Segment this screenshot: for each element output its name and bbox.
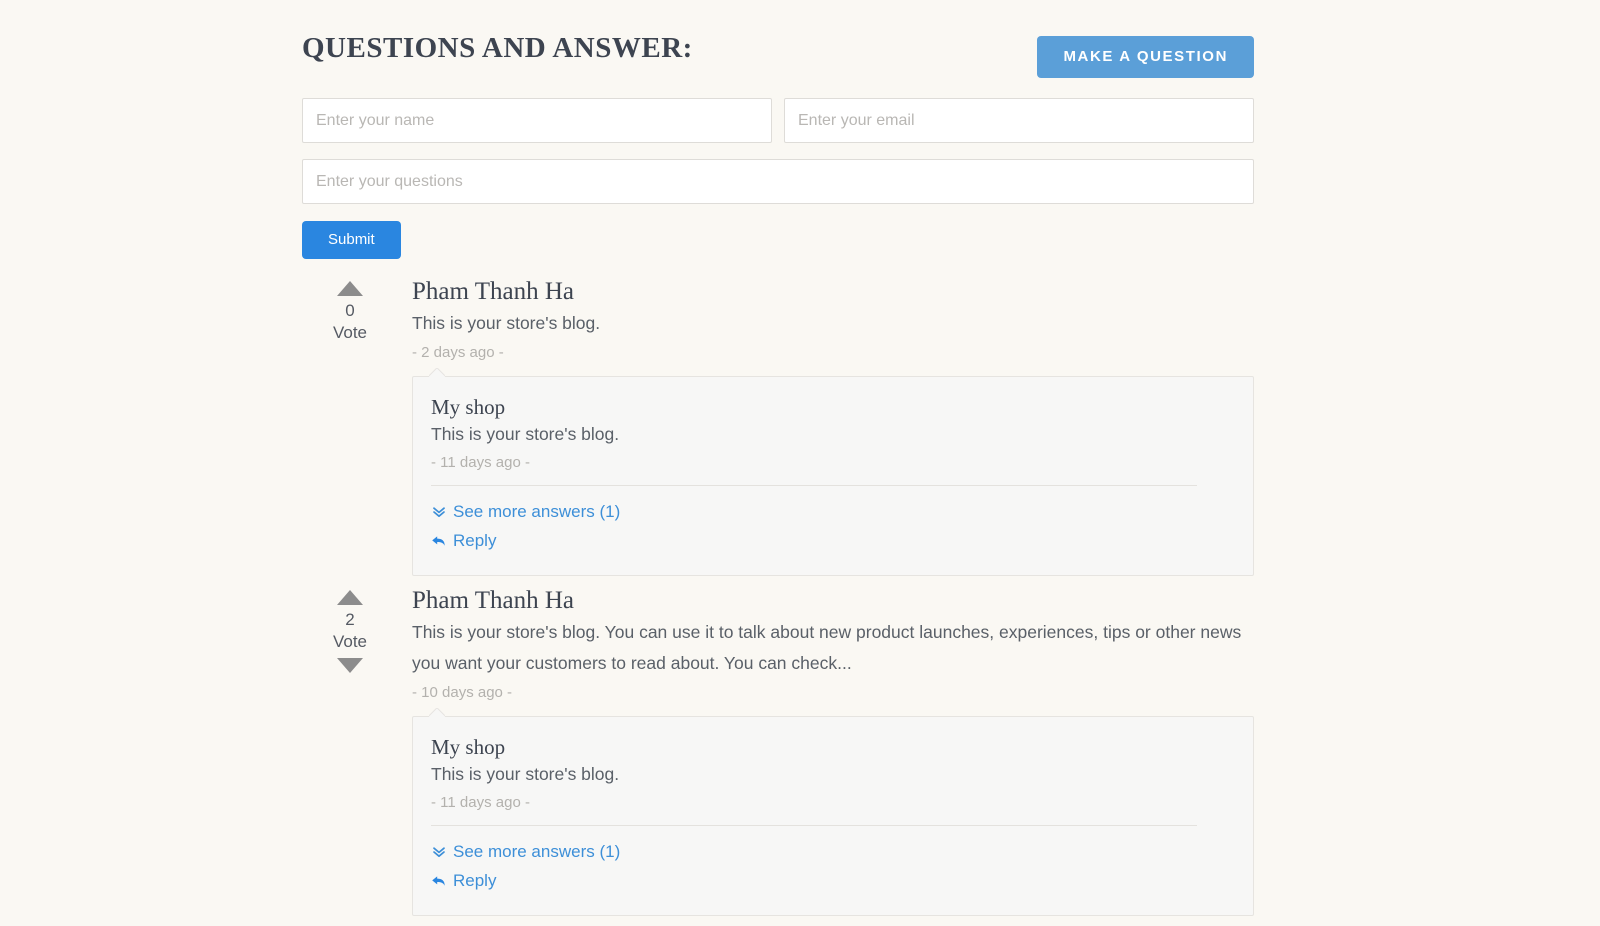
see-more-answers-link[interactable]: See more answers (1) [431, 837, 620, 866]
submit-button[interactable]: Submit [302, 221, 401, 259]
page-title: QUESTIONS AND ANSWER: [302, 32, 693, 65]
form-row-question [302, 159, 1254, 204]
question-item: 0 Vote Pham Thanh Ha This is your store'… [302, 277, 1254, 576]
answer-actions: See more answers (1) Reply [431, 497, 1233, 555]
answer-timestamp: - 11 days ago - [431, 452, 1233, 474]
answer-text: This is your store's blog. [431, 761, 1233, 788]
downvote-arrow-icon[interactable] [337, 658, 363, 673]
reply-label: Reply [453, 526, 496, 555]
question-timestamp: - 2 days ago - [412, 342, 1254, 364]
double-chevron-down-icon [431, 504, 446, 519]
see-more-answers-label: See more answers (1) [453, 837, 620, 866]
answer-notch-icon [429, 708, 445, 717]
double-chevron-down-icon [431, 844, 446, 859]
see-more-answers-link[interactable]: See more answers (1) [431, 497, 620, 526]
reply-link[interactable]: Reply [431, 866, 496, 895]
answer-divider [431, 485, 1197, 486]
name-input[interactable] [302, 98, 772, 143]
make-a-question-button[interactable]: MAKE A QUESTION [1037, 36, 1254, 78]
answer-author: My shop [431, 734, 1233, 760]
question-timestamp: - 10 days ago - [412, 682, 1254, 704]
reply-link[interactable]: Reply [431, 526, 496, 555]
qa-section: QUESTIONS AND ANSWER: MAKE A QUESTION Su… [302, 26, 1254, 926]
reply-label: Reply [453, 866, 496, 895]
reply-arrow-icon [431, 533, 446, 548]
page-root: QUESTIONS AND ANSWER: MAKE A QUESTION Su… [0, 0, 1600, 900]
answer-notch-icon [429, 368, 445, 377]
questions-list: 0 Vote Pham Thanh Ha This is your store'… [302, 277, 1254, 916]
answer-divider [431, 825, 1197, 826]
vote-control: 2 Vote [302, 586, 398, 673]
vote-count: 2 [302, 609, 398, 631]
vote-control: 0 Vote [302, 277, 398, 344]
answer-timestamp: - 11 days ago - [431, 792, 1233, 814]
question-body: Pham Thanh Ha This is your store's blog.… [398, 586, 1254, 916]
question-input[interactable] [302, 159, 1254, 204]
answer-box: My shop This is your store's blog. - 11 … [412, 716, 1254, 916]
vote-label: Vote [302, 631, 398, 653]
see-more-answers-label: See more answers (1) [453, 497, 620, 526]
answer-text: This is your store's blog. [431, 421, 1233, 448]
answer-box: My shop This is your store's blog. - 11 … [412, 376, 1254, 576]
question-text: This is your store's blog. [412, 308, 1254, 339]
vote-label: Vote [302, 322, 398, 344]
upvote-arrow-icon[interactable] [337, 590, 363, 605]
question-text: This is your store's blog. You can use i… [412, 617, 1254, 679]
submit-row: Submit [302, 221, 1254, 259]
question-author: Pham Thanh Ha [412, 277, 1254, 307]
vote-count: 0 [302, 300, 398, 322]
answer-actions: See more answers (1) Reply [431, 837, 1233, 895]
email-input[interactable] [784, 98, 1254, 143]
upvote-arrow-icon[interactable] [337, 281, 363, 296]
answer-author: My shop [431, 394, 1233, 420]
question-item: 2 Vote Pham Thanh Ha This is your store'… [302, 586, 1254, 916]
question-author: Pham Thanh Ha [412, 586, 1254, 616]
form-row-identity [302, 98, 1254, 143]
reply-arrow-icon [431, 873, 446, 888]
question-body: Pham Thanh Ha This is your store's blog.… [398, 277, 1254, 576]
qa-header: QUESTIONS AND ANSWER: MAKE A QUESTION [302, 26, 1254, 82]
